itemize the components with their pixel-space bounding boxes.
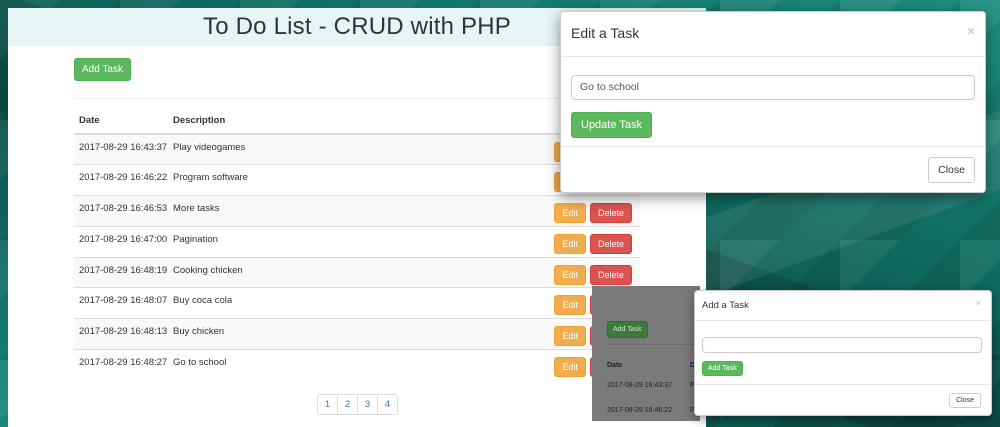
dimmed-page-preview: Add Task Date D 2017-08-29 16:43:37 P 20… (592, 286, 700, 421)
task-description: Cooking chicken (168, 256, 385, 288)
page-title: To Do List - CRUD with PHP (203, 13, 511, 40)
page-link-2[interactable]: 2 (337, 394, 358, 415)
task-date: 2017-08-29 16:48:07 (74, 287, 168, 319)
edit-task-modal: Edit a Task × Go to school Update Task C… (560, 11, 986, 193)
task-description: Buy chicken (168, 318, 385, 350)
table-row: 2017-08-29 16:43:37Play videogamesEditDe… (74, 133, 640, 165)
description-column-header: Description (168, 108, 385, 135)
table-row: 2017-08-29 16:48:07Buy coca colaEditDele… (74, 287, 640, 319)
preview-row-date: 2017-08-29 16:46:22 (607, 407, 672, 414)
table-row: 2017-08-29 16:46:22Program softwareEditD… (74, 164, 640, 196)
tasks-table: Date Description 2017-08-29 16:43:37 Play… (74, 108, 640, 381)
add-modal-add-task-button[interactable]: Add Task (702, 361, 743, 376)
edit-modal-close-button[interactable]: Close (928, 157, 975, 183)
preview-date-header: Date (607, 362, 623, 369)
edit-task-button[interactable]: Edit (554, 357, 586, 378)
task-description: Buy coca cola (168, 287, 385, 319)
table-row: 2017-08-29 16:48:19 Cooking chicken Edit De… (74, 256, 640, 288)
page-link-3[interactable]: 3 (357, 394, 378, 415)
delete-task-button[interactable]: Delete (589, 203, 632, 224)
add-task-button[interactable]: Add Task (74, 58, 131, 81)
delete-task-button[interactable]: Delete (589, 233, 632, 254)
add-task-modal: Add a Task × Add Task Close (694, 290, 992, 416)
date-column-header: Date (74, 108, 168, 135)
add-modal-body: Add Task (702, 337, 982, 376)
task-actions: EditDelete (384, 195, 640, 227)
task-description: Play videogames (168, 133, 385, 165)
add-modal-header: Add a Task × (695, 291, 991, 321)
divider (74, 98, 636, 99)
task-date: 2017-08-29 16:46:53 (74, 195, 168, 227)
add-modal-close-button[interactable]: Close (949, 393, 981, 408)
table-row: 2017-08-29 16:46:53 More tasks Edit Delete (74, 195, 640, 227)
task-date: 2017-08-29 16:48:13 (74, 318, 168, 350)
edit-task-button[interactable]: Edit (554, 295, 586, 316)
task-description: Pagination (168, 225, 385, 258)
add-modal-footer: Close (695, 384, 991, 417)
table-row: 2017-08-29 16:48:27Go to schoolEditDelet… (74, 349, 640, 381)
task-description: Program software (168, 164, 385, 196)
task-date: 2017-08-29 16:47:00 (74, 225, 168, 258)
task-actions: EditDelete (384, 225, 640, 258)
task-date: 2017-08-29 16:46:22 (74, 164, 168, 196)
add-task-input[interactable] (702, 337, 982, 353)
close-icon[interactable]: × (976, 298, 981, 308)
preview-row-date: 2017-08-29 16:43:37 (607, 382, 672, 389)
close-icon[interactable]: × (967, 23, 975, 39)
preview-divider (607, 344, 700, 345)
table-row: 2017-08-29 16:47:00 Pagination Edit Delete (74, 225, 640, 258)
edit-modal-header: Edit a Task × (561, 12, 985, 57)
task-description: Go to school (168, 349, 385, 381)
edit-task-button[interactable]: Edit (554, 233, 586, 254)
task-description: More tasks (168, 195, 385, 227)
update-task-button[interactable]: Update Task (571, 112, 652, 138)
task-date: 2017-08-29 16:48:27 (74, 349, 168, 381)
pagination: 1 2 3 4 (317, 394, 398, 415)
preview-add-task-button: Add Task (607, 321, 648, 338)
page-link-1[interactable]: 1 (317, 394, 338, 415)
edit-task-button[interactable]: Edit (554, 264, 586, 285)
edit-task-button[interactable]: Edit (554, 203, 586, 224)
task-actions: EditDelete (384, 256, 640, 288)
task-date: 2017-08-29 16:48:19 (74, 256, 168, 288)
add-modal-title: Add a Task (702, 300, 749, 311)
edit-modal-footer: Close (561, 146, 985, 194)
delete-task-button[interactable]: Delete (589, 264, 632, 285)
edit-task-button[interactable]: Edit (554, 326, 586, 347)
edit-modal-body: Go to school Update Task (571, 75, 975, 138)
edit-task-input[interactable]: Go to school (571, 75, 975, 100)
table-row: 2017-08-29 16:48:13Buy chickenEditDelete (74, 318, 640, 350)
task-date: 2017-08-29 16:43:37 (74, 133, 168, 165)
edit-modal-title: Edit a Task (571, 25, 640, 41)
table-header-row: Date Description (74, 108, 640, 135)
page-link-4[interactable]: 4 (377, 394, 398, 415)
